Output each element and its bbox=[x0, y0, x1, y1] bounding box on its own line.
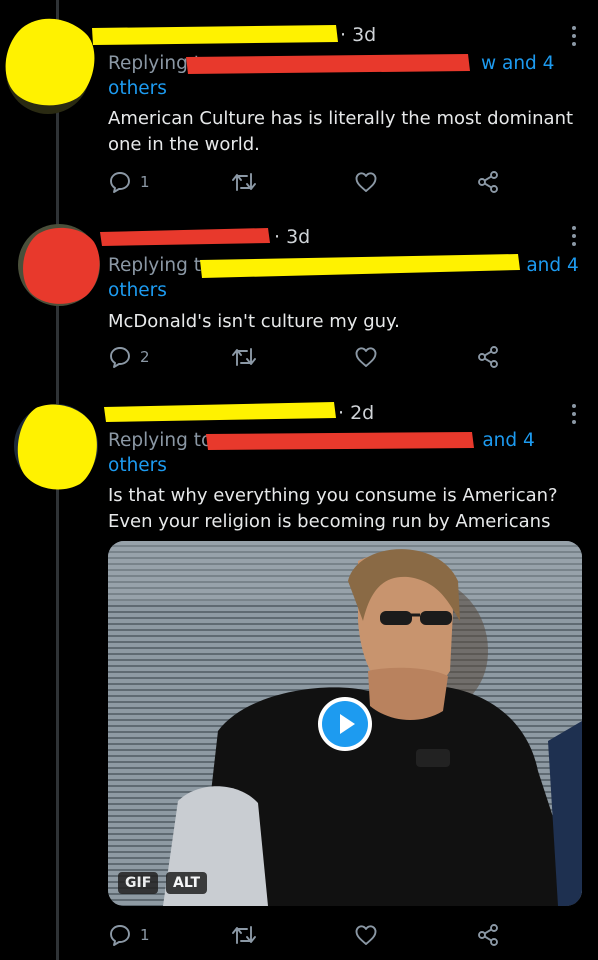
username-redaction bbox=[104, 402, 336, 422]
reply-button[interactable]: 1 bbox=[108, 923, 150, 947]
replying-others-link[interactable]: others bbox=[108, 78, 167, 99]
share-icon bbox=[478, 346, 498, 368]
share-icon bbox=[478, 924, 498, 946]
avatar-redaction bbox=[23, 227, 100, 304]
reply-icon bbox=[110, 925, 130, 946]
gif-badge: GIF bbox=[118, 872, 159, 894]
replying-mentions[interactable]: w and 4 bbox=[481, 53, 554, 74]
play-icon bbox=[322, 701, 368, 747]
reply-count: 1 bbox=[140, 173, 150, 191]
like-button[interactable] bbox=[354, 345, 386, 369]
username-redaction bbox=[92, 25, 338, 45]
replying-others-link[interactable]: others bbox=[108, 455, 167, 476]
reply-button[interactable]: 1 bbox=[108, 170, 150, 194]
share-icon bbox=[478, 171, 498, 193]
like-button[interactable] bbox=[354, 170, 386, 194]
retweet-icon bbox=[232, 348, 256, 366]
retweet-button[interactable] bbox=[231, 170, 265, 194]
retweet-button[interactable] bbox=[231, 923, 265, 947]
replying-prefix: Replying to bbox=[108, 430, 213, 451]
tweet-actions: 1 bbox=[108, 923, 508, 953]
reply-count: 2 bbox=[140, 348, 150, 366]
avatar-redaction bbox=[17, 404, 97, 490]
mention-redaction bbox=[186, 54, 470, 74]
username-redaction bbox=[100, 228, 270, 246]
replying-mentions[interactable]: and 4 bbox=[482, 430, 534, 451]
like-button[interactable] bbox=[354, 923, 386, 947]
mention-redaction bbox=[200, 254, 520, 278]
like-icon bbox=[355, 172, 377, 192]
tweet-actions: 2 bbox=[108, 345, 508, 375]
retweet-icon bbox=[232, 926, 256, 944]
like-icon bbox=[355, 347, 377, 367]
tweet-time[interactable]: · 3d bbox=[274, 226, 310, 248]
retweet-icon bbox=[232, 173, 256, 191]
share-button[interactable] bbox=[476, 345, 500, 369]
replying-mentions[interactable]: and 4 bbox=[526, 255, 578, 276]
more-icon[interactable] bbox=[572, 26, 576, 50]
replying-others-link[interactable]: others bbox=[108, 280, 167, 301]
more-icon[interactable] bbox=[572, 404, 576, 428]
reply-icon bbox=[110, 172, 130, 193]
reply-icon bbox=[110, 347, 130, 368]
tweet-time[interactable]: · 2d bbox=[338, 402, 374, 424]
play-button[interactable] bbox=[318, 697, 372, 751]
reply-count: 1 bbox=[140, 926, 150, 944]
tweet-actions: 1 bbox=[108, 170, 508, 200]
tweet-text: Is that why everything you consume is Am… bbox=[108, 485, 558, 532]
share-button[interactable] bbox=[476, 923, 500, 947]
replying-prefix: Replying to bbox=[108, 255, 213, 276]
reply-button[interactable]: 2 bbox=[108, 345, 150, 369]
avatar-redaction bbox=[5, 18, 95, 106]
gif-media[interactable] bbox=[108, 541, 582, 906]
like-icon bbox=[355, 925, 377, 945]
mention-redaction bbox=[206, 432, 474, 450]
tweet-time[interactable]: · 3d bbox=[340, 24, 376, 46]
more-icon[interactable] bbox=[572, 226, 576, 250]
share-button[interactable] bbox=[476, 170, 500, 194]
tweet-text: American Culture has is literally the mo… bbox=[108, 108, 574, 155]
tweet-text: McDonald's isn't culture my guy. bbox=[108, 311, 400, 332]
retweet-button[interactable] bbox=[231, 345, 265, 369]
alt-badge[interactable]: ALT bbox=[166, 872, 207, 894]
